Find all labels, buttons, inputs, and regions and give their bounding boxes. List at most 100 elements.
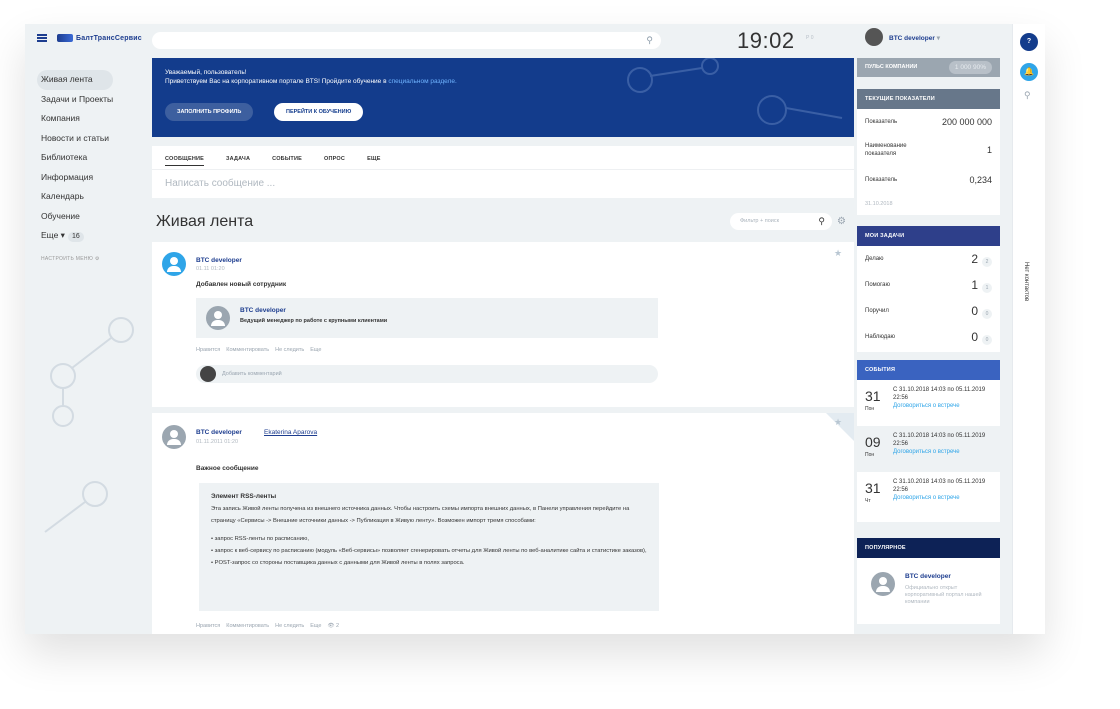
views-count: 👁 2 (327, 623, 340, 629)
post-author[interactable]: BTC developer (196, 429, 242, 436)
event-item[interactable]: 31 Чт С 31.10.2018 14:03 по 05.11.2019 2… (857, 472, 1000, 518)
more-link[interactable]: Еще (310, 623, 321, 629)
post-author[interactable]: BTC developer (196, 257, 242, 264)
go-to-training-button[interactable]: ПЕРЕЙТИ К ОБУЧЕНИЮ (274, 103, 364, 121)
indicators-title: ТЕКУЩИЕ ПОКАЗАТЕЛИ (857, 89, 1000, 109)
event-day: 09 (865, 434, 881, 450)
comment-link[interactable]: Комментировать (226, 623, 269, 629)
setup-menu-link[interactable]: НАСТРОИТЬ МЕНЮ ⚙ (41, 256, 100, 262)
events-widget: СОБЫТИЯ 31 Пон С 31.10.2018 14:03 по 05.… (857, 360, 1000, 522)
task-label: Наблюдаю (865, 334, 896, 340)
event-day: 31 (865, 480, 881, 496)
sidebar-item-more[interactable]: Еще ▾ 16 (37, 226, 113, 246)
popular-description: Официально открыт корпоративный портал н… (905, 585, 982, 605)
contacts-search-icon[interactable]: ⚲ (1024, 90, 1031, 101)
right-strip: ? 🔔 ⚲ Нет контактов (1012, 24, 1045, 634)
like-link[interactable]: Нравится (196, 623, 220, 629)
user-name[interactable]: BTC developer ▾ (889, 34, 940, 42)
search-input[interactable]: ⚲ (152, 32, 661, 49)
notifications-bell-icon[interactable]: 🔔 (1020, 63, 1038, 81)
rss-list-item: • запрос к веб-сервису по расписанию (мо… (211, 548, 647, 554)
decorative-network (44, 317, 134, 533)
sidebar-item-company[interactable]: Компания (37, 109, 113, 129)
commenter-avatar (200, 366, 216, 382)
task-row[interactable]: Поручил 0 0 (857, 298, 1000, 324)
author-avatar[interactable] (162, 252, 186, 276)
employee-name[interactable]: BTC developer (240, 307, 286, 314)
tab-more[interactable]: ЕЩЕ (367, 156, 381, 169)
user-avatar[interactable] (865, 28, 883, 46)
event-link[interactable]: Договориться о встрече (893, 495, 960, 501)
favorite-star-icon[interactable]: ★ (834, 417, 842, 428)
fill-profile-button[interactable]: ЗАПОЛНИТЬ ПРОФИЛЬ (165, 103, 254, 121)
comment-input[interactable]: Добавить комментарий (196, 365, 658, 383)
comment-link[interactable]: Комментировать (226, 347, 269, 353)
employee-role: Ведущий менеджер по работе с крупными кл… (240, 318, 388, 324)
task-row[interactable]: Помогаю 1 1 (857, 272, 1000, 298)
popular-avatar[interactable] (871, 572, 895, 596)
sidebar-item-calendar[interactable]: Календарь (37, 187, 113, 207)
sidebar-item-library[interactable]: Библиотека (37, 148, 113, 168)
task-row[interactable]: Делаю 2 2 (857, 246, 1000, 272)
popular-author[interactable]: BTC developer (905, 573, 951, 580)
rss-title: Элемент RSS-ленты (211, 493, 277, 500)
help-button[interactable]: ? (1020, 33, 1038, 51)
setup-menu-label: НАСТРОИТЬ МЕНЮ (41, 256, 94, 262)
clock-status: Р 0 (806, 35, 814, 41)
menu-icon[interactable] (37, 34, 47, 42)
search-icon[interactable]: ⚲ (818, 216, 825, 227)
task-row[interactable]: Наблюдаю 0 0 (857, 324, 1000, 350)
popular-item[interactable]: BTC developer Официально открыт корпорат… (857, 558, 1000, 624)
post-recipient[interactable]: Ekaterina Aparova (264, 429, 317, 436)
employee-avatar[interactable] (206, 306, 230, 330)
search-icon[interactable]: ⚲ (646, 35, 653, 46)
message-input[interactable]: Написать сообщение ... (152, 170, 854, 197)
task-badge: 1 (982, 282, 992, 293)
post-composer: СООБЩЕНИЕ ЗАДАЧА СОБЫТИЕ ОПРОС ЕЩЕ Напис… (152, 146, 854, 198)
event-day: 31 (865, 388, 881, 404)
my-tasks-widget: МОИ ЗАДАЧИ Делаю 2 2 Помогаю 1 1 Поручил 0 0 Н… (857, 226, 1000, 352)
favorite-star-icon[interactable]: ★ (834, 248, 842, 259)
tab-poll[interactable]: ОПРОС (324, 156, 345, 169)
logo-mark-icon (57, 34, 73, 42)
like-link[interactable]: Нравится (196, 347, 220, 353)
indicator-value: 1 (986, 145, 992, 155)
sidebar: БалтТрансСервис Живая лента Задачи и Про… (25, 24, 149, 634)
post-date[interactable]: 01.11 01:20 (196, 266, 225, 272)
post-date[interactable]: 01.11.2011 01:20 (196, 439, 238, 445)
post-actions: Нравится Комментировать Не следить Еще 👁… (196, 623, 339, 629)
author-avatar[interactable] (162, 425, 186, 449)
filter-search-input[interactable]: Фильтр + поиск ⚲ (730, 213, 832, 230)
rss-list-item: • POST-запрос со стороны поставщика данн… (211, 560, 465, 566)
sidebar-item-news[interactable]: Новости и статьи (37, 129, 113, 149)
feed-settings-gear-icon[interactable]: ⚙ (837, 216, 846, 227)
banner-training-link[interactable]: специальном разделе. (388, 78, 456, 85)
tab-message[interactable]: СООБЩЕНИЕ (165, 156, 205, 166)
event-link[interactable]: Договориться о встрече (893, 403, 960, 409)
banner-decoration (627, 58, 843, 125)
sidebar-item-live-feed[interactable]: Живая лента (37, 70, 113, 90)
indicator-label: Показатель (865, 177, 898, 183)
more-link[interactable]: Еще (310, 347, 321, 353)
unfollow-link[interactable]: Не следить (275, 347, 304, 353)
event-item[interactable]: 31 Пон С 31.10.2018 14:03 по 05.11.2019 … (857, 380, 1000, 426)
banner-text: Приветствуем Вас на корпоративном портал… (165, 78, 457, 85)
page-title: Живая лента (156, 213, 254, 230)
user-menu[interactable]: BTC developer ▾ (857, 24, 1000, 58)
chevron-down-icon: ▾ (936, 35, 940, 42)
event-item[interactable]: 09 Пон С 31.10.2018 14:03 по 05.11.2019 … (857, 426, 1000, 472)
indicator-label: Наименование показателя (865, 143, 907, 157)
unfollow-link[interactable]: Не следить (275, 623, 304, 629)
sidebar-item-training[interactable]: Обучение (37, 207, 113, 227)
tab-event[interactable]: СОБЫТИЕ (272, 156, 302, 169)
tab-task[interactable]: ЗАДАЧА (226, 156, 250, 169)
events-title: СОБЫТИЯ (857, 360, 1000, 380)
company-pulse[interactable]: ПУЛЬС КОМПАНИИ 1 000 90% (857, 58, 1000, 77)
sidebar-item-tasks[interactable]: Задачи и Проекты (37, 90, 113, 110)
event-info: С 31.10.2018 14:03 по 05.11.2019 22:56 До… (893, 478, 993, 502)
logo[interactable]: БалтТрансСервис (57, 34, 142, 42)
event-link[interactable]: Договориться о встрече (893, 449, 960, 455)
clock[interactable]: 19:02 (737, 28, 795, 54)
sidebar-item-info[interactable]: Информация (37, 168, 113, 188)
event-weekday: Пон (865, 452, 875, 458)
